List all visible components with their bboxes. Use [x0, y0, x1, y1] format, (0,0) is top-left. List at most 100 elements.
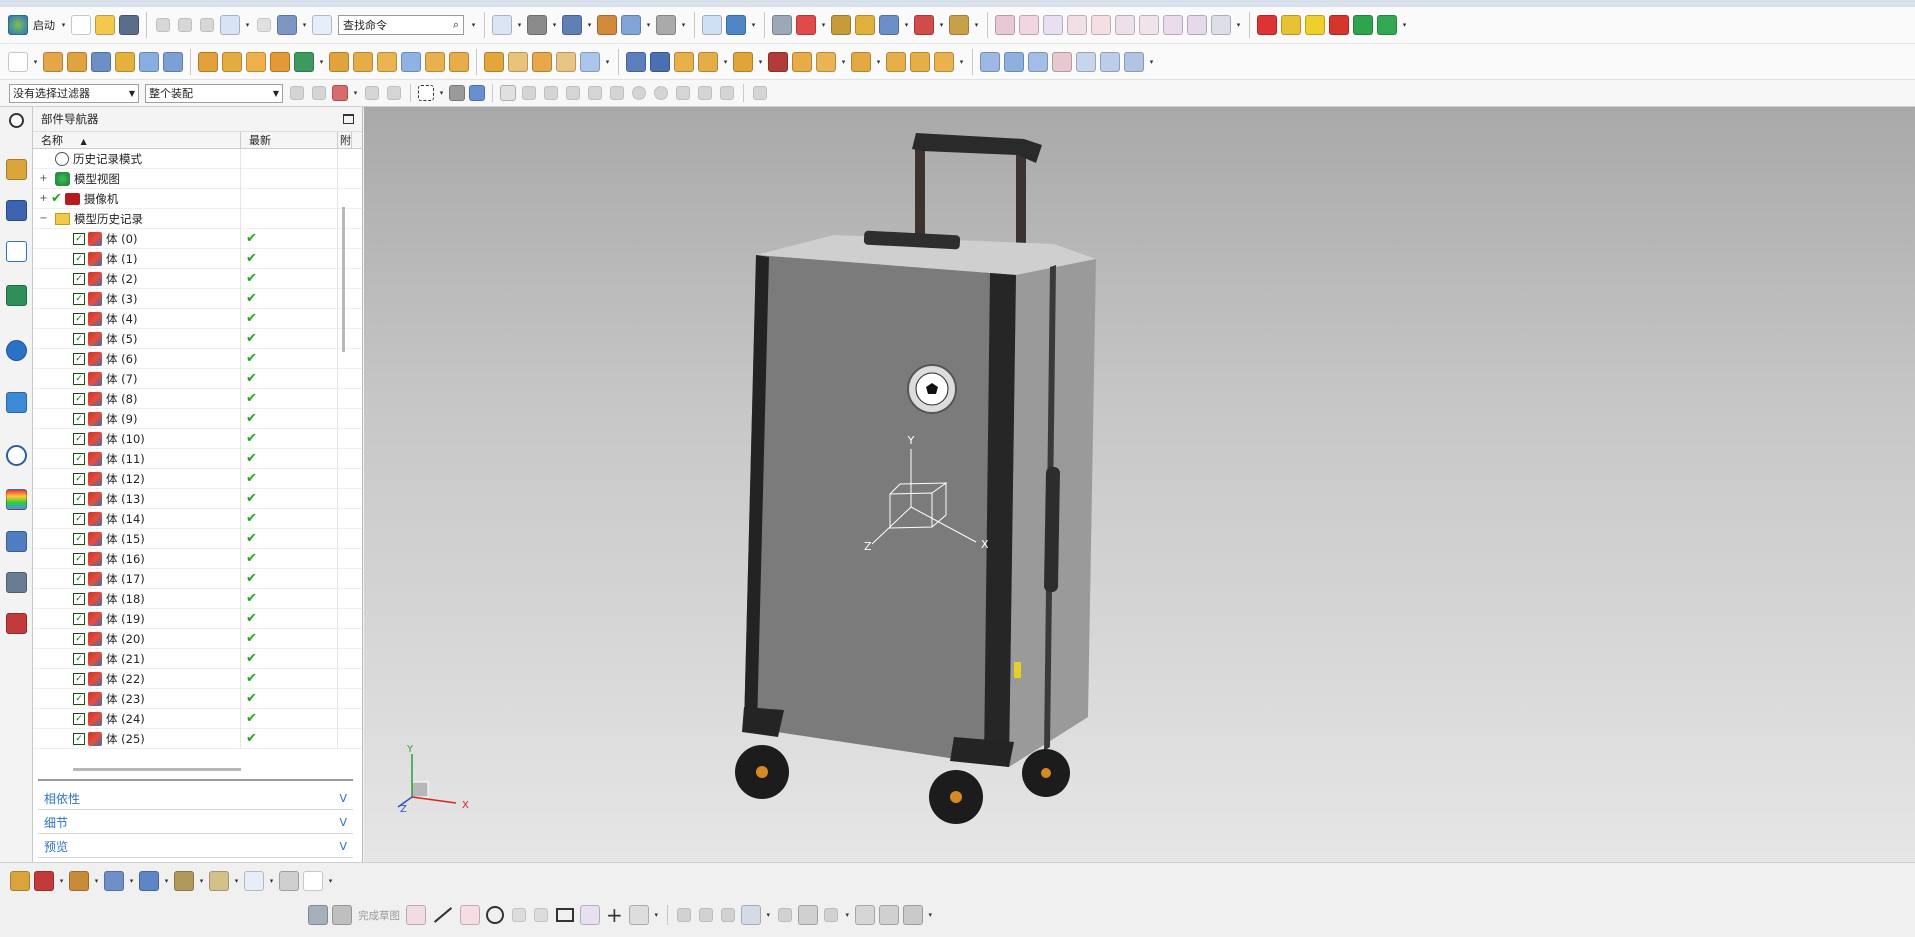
visibility-checkbox[interactable]: ✓ — [73, 692, 85, 705]
point-icon[interactable] — [914, 15, 934, 35]
offset-curve-icon[interactable] — [740, 905, 761, 925]
dropdown-icon[interactable]: ▾ — [652, 911, 661, 919]
polygon-icon[interactable] — [628, 905, 649, 925]
tree-row-model-history[interactable]: − 模型历史记录 — [33, 208, 362, 229]
tree-row-body[interactable]: ✓ 体 (18) ✔ — [33, 588, 362, 609]
dropdown-icon[interactable]: ▾ — [874, 58, 883, 66]
thread-icon[interactable] — [198, 51, 218, 72]
finish-sketch-icon[interactable] — [332, 905, 352, 925]
snap-point-on-curve-icon[interactable] — [676, 86, 690, 100]
dropdown-icon[interactable]: ▾ — [937, 21, 946, 29]
split-body-icon[interactable] — [353, 51, 373, 72]
tree-row-body[interactable]: ✓ 体 (20) ✔ — [33, 628, 362, 649]
curve-icon[interactable] — [995, 15, 1015, 35]
palette-icon[interactable] — [1377, 15, 1397, 35]
snap-endpoint-icon[interactable] — [500, 85, 516, 101]
expand-icon[interactable]: + — [39, 173, 48, 184]
tree-row-body[interactable]: ✓ 体 (16) ✔ — [33, 548, 362, 569]
circle-icon[interactable] — [486, 906, 504, 924]
tree-row-body[interactable]: ✓ 体 (1) ✔ — [33, 248, 362, 269]
column-name[interactable]: 名称 ▲ — [33, 132, 241, 148]
snap-circle-icon[interactable] — [632, 86, 646, 100]
snap-bounded-grid-icon[interactable] — [720, 86, 734, 100]
system-scene-icon[interactable] — [6, 613, 27, 634]
fill-surface-icon[interactable] — [1028, 51, 1048, 72]
snap-quadrant-icon[interactable] — [610, 86, 624, 100]
section-icon[interactable] — [597, 15, 617, 35]
search-dropdown-icon[interactable]: ▾ — [469, 21, 478, 29]
tree-row-body[interactable]: ✓ 体 (5) ✔ — [33, 328, 362, 349]
chamfer-icon[interactable] — [508, 51, 528, 72]
boss-icon[interactable] — [115, 51, 135, 72]
tree-row-body[interactable]: ✓ 体 (6) ✔ — [33, 348, 362, 369]
note-icon[interactable] — [69, 870, 89, 891]
dropdown-icon[interactable]: ▾ — [679, 21, 688, 29]
make-corner-icon[interactable] — [720, 908, 735, 922]
dropdown-icon[interactable]: ▾ — [550, 21, 559, 29]
studio-surface-icon[interactable] — [1052, 51, 1072, 72]
dropdown-icon[interactable]: ▾ — [197, 877, 206, 885]
dropdown-icon[interactable]: ▾ — [603, 58, 612, 66]
dropdown-icon[interactable]: ▾ — [31, 58, 40, 66]
shade-icon[interactable] — [527, 15, 547, 35]
panel-preview[interactable]: 预览 V — [38, 836, 353, 858]
search-icon[interactable]: ⌕ — [453, 18, 459, 32]
layer-icon[interactable] — [174, 870, 194, 891]
panel-dependencies[interactable]: 相依性 V — [38, 788, 353, 810]
n-sided-icon[interactable] — [1076, 51, 1096, 72]
constraint-navigator-icon[interactable] — [6, 200, 27, 221]
spline-icon[interactable] — [1019, 15, 1039, 35]
linear-dimension-icon[interactable] — [797, 905, 818, 925]
rectangle-icon[interactable] — [556, 908, 574, 922]
rapid-dimension-icon[interactable] — [777, 908, 792, 922]
tree-row-body[interactable]: ✓ 体 (0) ✔ — [33, 228, 362, 249]
surface-analysis-icon[interactable] — [1257, 15, 1277, 35]
snap-point-icon[interactable] — [332, 85, 348, 101]
edge-blend-icon[interactable] — [484, 51, 504, 72]
dropdown-icon[interactable]: ▾ — [57, 877, 66, 885]
select-solid-icon[interactable] — [449, 85, 465, 101]
replace-face-icon[interactable] — [792, 51, 812, 72]
tree-row-body[interactable]: ✓ 体 (23) ✔ — [33, 688, 362, 709]
trim-body-icon[interactable] — [329, 51, 349, 72]
rectangle-select-icon[interactable] — [418, 85, 434, 101]
visibility-checkbox[interactable]: ✓ — [73, 712, 85, 725]
undo-icon[interactable] — [220, 15, 240, 35]
gear-icon[interactable] — [9, 113, 24, 128]
tree-row-body[interactable]: ✓ 体 (8) ✔ — [33, 388, 362, 409]
combine-icon[interactable] — [294, 51, 314, 72]
visibility-checkbox[interactable]: ✓ — [73, 732, 85, 745]
draft-icon[interactable] — [449, 51, 469, 72]
snap-toggle-icon[interactable] — [753, 86, 767, 100]
analysis-icon[interactable] — [831, 15, 851, 35]
fillet-icon[interactable] — [512, 908, 526, 922]
pocket-icon[interactable] — [139, 51, 159, 72]
snap-midpoint-icon[interactable] — [522, 86, 536, 100]
dropdown-icon[interactable]: ▾ — [957, 58, 966, 66]
selection-filter-select[interactable]: 没有选择过滤器 ▼ — [9, 83, 139, 103]
start-dropdown-icon[interactable]: ▾ — [59, 21, 68, 29]
visibility-checkbox[interactable]: ✓ — [73, 232, 85, 245]
arc-icon[interactable] — [1091, 15, 1111, 35]
green-face-icon[interactable] — [1353, 15, 1373, 35]
visibility-checkbox[interactable]: ✓ — [73, 592, 85, 605]
view-icon[interactable] — [209, 870, 229, 891]
dropdown-icon[interactable]: ▾ — [764, 911, 773, 919]
tree-row-history-mode[interactable]: 历史记录模式 — [33, 149, 362, 169]
start-icon[interactable] — [8, 15, 28, 35]
select-feature-icon[interactable] — [290, 86, 304, 100]
measure-icon[interactable] — [949, 15, 969, 35]
tree-row-body[interactable]: ✓ 体 (15) ✔ — [33, 528, 362, 549]
snap-center-icon[interactable] — [654, 86, 668, 100]
profile-icon[interactable] — [406, 905, 426, 925]
visibility-checkbox[interactable]: ✓ — [73, 612, 85, 625]
select-face-icon[interactable] — [387, 86, 401, 100]
tree-row-body[interactable]: ✓ 体 (13) ✔ — [33, 488, 362, 509]
process-studio-icon[interactable] — [6, 531, 27, 552]
dropdown-icon[interactable]: ▾ — [232, 877, 241, 885]
studio-spline-icon[interactable] — [1043, 15, 1063, 35]
info-icon[interactable] — [6, 340, 27, 361]
drawing-icon[interactable] — [10, 870, 30, 891]
view-orient-icon[interactable] — [562, 15, 582, 35]
snap-control-icon[interactable] — [544, 86, 558, 100]
